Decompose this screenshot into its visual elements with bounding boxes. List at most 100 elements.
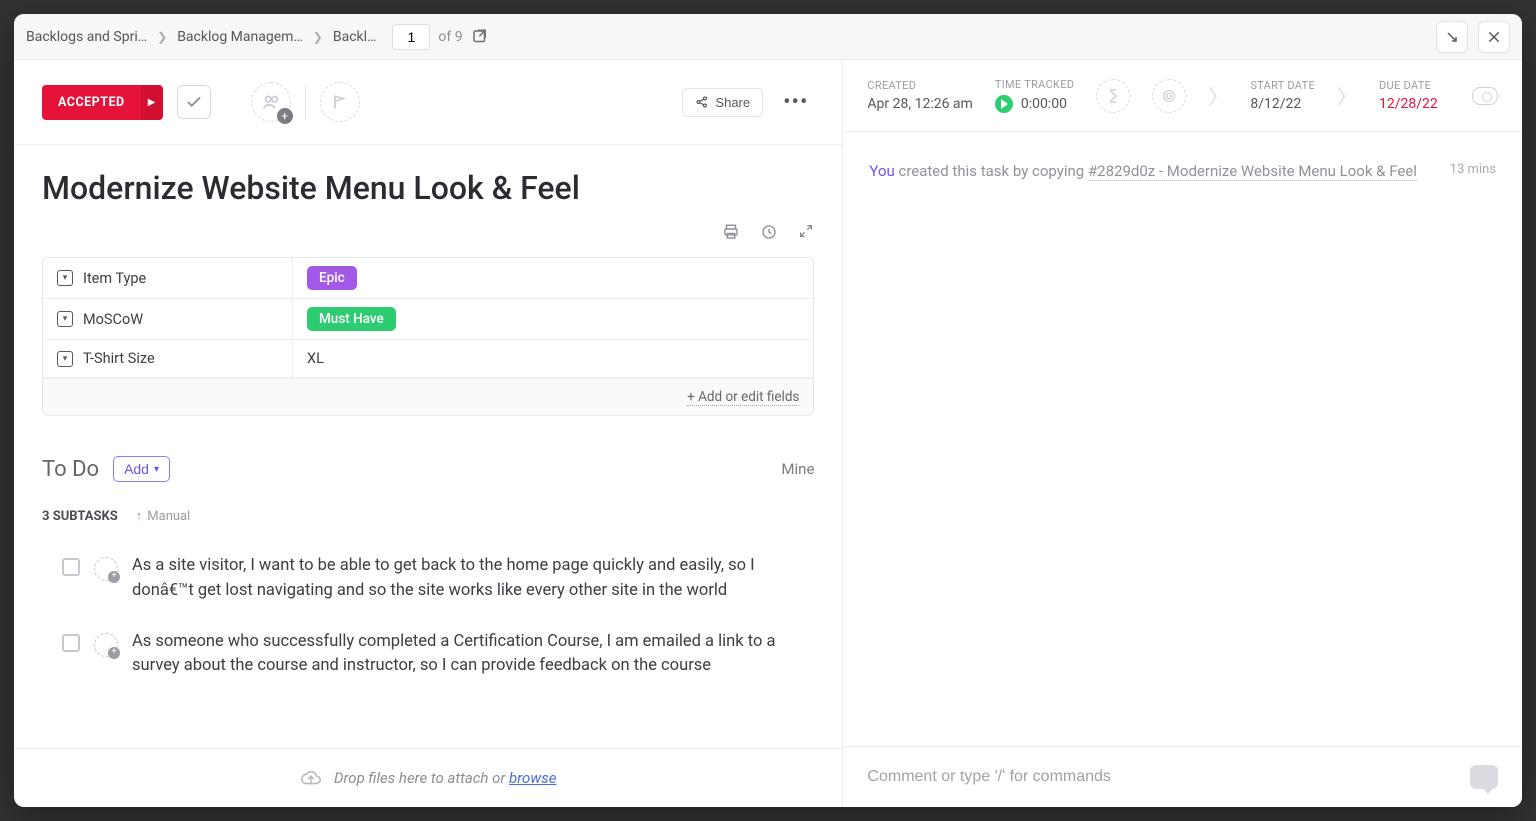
activity-feed: 13 mins You created this task by copying…: [843, 132, 1522, 746]
subtask-row[interactable]: As a site visitor, I want to be able to …: [42, 544, 814, 620]
estimate-button[interactable]: [1096, 79, 1130, 113]
chevron-right-icon: ❯: [157, 30, 167, 44]
breadcrumb: Backlogs and Spri… ❯ Backlog Managem… ❯ …: [26, 29, 376, 45]
due-value: 12/28/22: [1379, 96, 1438, 112]
task-side-panel: CREATED Apr 28, 12:26 am TIME TRACKED 0:…: [843, 60, 1522, 807]
arrow-up-icon: ↑: [136, 508, 143, 524]
title-actions: [14, 215, 842, 257]
close-button[interactable]: [1478, 21, 1510, 53]
modal-header: Backlogs and Spri… ❯ Backlog Managem… ❯ …: [14, 14, 1522, 60]
watchers-icon[interactable]: [1472, 87, 1498, 105]
task-body-scroll[interactable]: ▾ Item Type Epic ▾ MoSCoW Must: [14, 257, 842, 748]
caret-down-icon: ▾: [154, 464, 159, 475]
sort-manual[interactable]: ↑ Manual: [136, 508, 191, 524]
breadcrumb-list[interactable]: Backl…: [333, 29, 377, 45]
pager-total: of 9: [438, 29, 462, 45]
field-label: ▾ Item Type: [43, 258, 293, 298]
activity-actor[interactable]: You: [869, 162, 894, 180]
minimize-button[interactable]: [1436, 21, 1468, 53]
field-label: ▾ MoSCoW: [43, 299, 293, 339]
mark-complete-button[interactable]: [177, 85, 211, 119]
add-edit-fields-link[interactable]: + Add or edit fields: [687, 389, 799, 406]
custom-fields-table: ▾ Item Type Epic ▾ MoSCoW Must: [42, 257, 814, 416]
due-label: DUE DATE: [1379, 79, 1438, 92]
pager-current-input[interactable]: [392, 24, 430, 50]
time-tracked-block[interactable]: TIME TRACKED 0:00:00: [995, 78, 1075, 113]
field-value[interactable]: Must Have: [293, 299, 813, 339]
pill-epic: Epic: [307, 266, 357, 290]
task-pager: of 9: [392, 24, 488, 50]
send-comment-icon[interactable]: [1470, 765, 1498, 789]
history-icon[interactable]: [760, 223, 778, 241]
chevron-right-icon: ❯: [313, 30, 323, 44]
todo-add-button[interactable]: Add ▾: [113, 456, 170, 482]
play-icon[interactable]: [995, 95, 1013, 113]
field-name: Item Type: [83, 270, 146, 287]
sprint-points-button[interactable]: [1152, 79, 1186, 113]
subtasks-count: 3 SUBTASKS: [42, 509, 118, 524]
priority-button[interactable]: [320, 82, 360, 122]
activity-time: 13 mins: [1450, 162, 1496, 177]
date-divider-icon: 〉: [1337, 81, 1357, 110]
print-icon[interactable]: [722, 223, 740, 241]
mine-filter[interactable]: Mine: [781, 460, 814, 478]
field-label: ▾ T-Shirt Size: [43, 340, 293, 377]
activity-entry: 13 mins You created this task by copying…: [869, 162, 1496, 180]
todo-title: To Do: [42, 457, 99, 482]
status-next-icon[interactable]: ▶: [141, 85, 163, 120]
share-label: Share: [715, 95, 750, 110]
subtask-title[interactable]: As someone who successfully completed a …: [132, 630, 814, 680]
field-row-moscow[interactable]: ▾ MoSCoW Must Have: [43, 299, 813, 340]
status-label: ACCEPTED: [42, 85, 141, 120]
date-divider-icon: 〉: [1208, 81, 1228, 110]
field-value[interactable]: Epic: [293, 258, 813, 298]
start-date-block[interactable]: START DATE 8/12/22: [1250, 79, 1315, 112]
dropdown-field-icon: ▾: [57, 351, 73, 367]
start-value: 8/12/22: [1250, 96, 1315, 112]
comment-input[interactable]: [867, 768, 1456, 786]
field-name: T-Shirt Size: [83, 350, 155, 367]
expand-icon[interactable]: [798, 223, 814, 241]
field-row-tshirt[interactable]: ▾ T-Shirt Size XL: [43, 340, 813, 378]
created-label: CREATED: [867, 79, 972, 92]
assignees-button[interactable]: [251, 82, 291, 122]
task-modal: Backlogs and Spri… ❯ Backlog Managem… ❯ …: [14, 14, 1522, 807]
subtask-status-box[interactable]: [62, 558, 80, 576]
modal-content: ACCEPTED ▶: [14, 60, 1522, 807]
dropdown-field-icon: ▾: [57, 311, 73, 327]
more-menu-button[interactable]: •••: [777, 90, 814, 115]
activity-source-link[interactable]: #2829d0z - Modernize Website Menu Look &…: [1088, 162, 1417, 181]
task-title[interactable]: Modernize Website Menu Look & Feel: [42, 169, 814, 207]
subtask-status-box[interactable]: [62, 634, 80, 652]
tracked-time: 0:00:00: [1021, 96, 1067, 112]
tshirt-value: XL: [307, 350, 324, 367]
dropdown-field-icon: ▾: [57, 270, 73, 286]
fields-footer: + Add or edit fields: [43, 378, 813, 415]
task-toolbar: ACCEPTED ▶: [14, 60, 842, 145]
separator: [305, 84, 306, 120]
tracked-value: 0:00:00: [995, 95, 1075, 113]
subtask-assignee-button[interactable]: [94, 557, 118, 581]
share-button[interactable]: Share: [682, 88, 763, 117]
breadcrumb-space[interactable]: Backlogs and Spri…: [26, 29, 147, 45]
status-button[interactable]: ACCEPTED ▶: [42, 85, 163, 120]
cloud-upload-icon: [300, 767, 322, 789]
start-label: START DATE: [1250, 79, 1315, 92]
subtask-assignee-button[interactable]: [94, 633, 118, 657]
task-main-panel: ACCEPTED ▶: [14, 60, 843, 807]
todo-header: To Do Add ▾ Mine: [42, 456, 814, 482]
subtask-title[interactable]: As a site visitor, I want to be able to …: [132, 554, 814, 604]
subtask-row[interactable]: As someone who successfully completed a …: [42, 620, 814, 696]
comment-box: [843, 746, 1522, 807]
created-value: Apr 28, 12:26 am: [867, 96, 972, 112]
open-new-tab-icon[interactable]: [471, 28, 489, 46]
due-date-block[interactable]: DUE DATE 12/28/22: [1379, 79, 1438, 112]
add-label: Add: [124, 461, 149, 477]
field-value[interactable]: XL: [293, 340, 813, 377]
tracked-label: TIME TRACKED: [995, 78, 1075, 91]
browse-link[interactable]: browse: [509, 769, 556, 787]
attachments-dropzone[interactable]: Drop files here to attach or browse: [14, 748, 842, 807]
field-name: MoSCoW: [83, 311, 143, 328]
field-row-item-type[interactable]: ▾ Item Type Epic: [43, 258, 813, 299]
breadcrumb-folder[interactable]: Backlog Managem…: [177, 29, 303, 45]
